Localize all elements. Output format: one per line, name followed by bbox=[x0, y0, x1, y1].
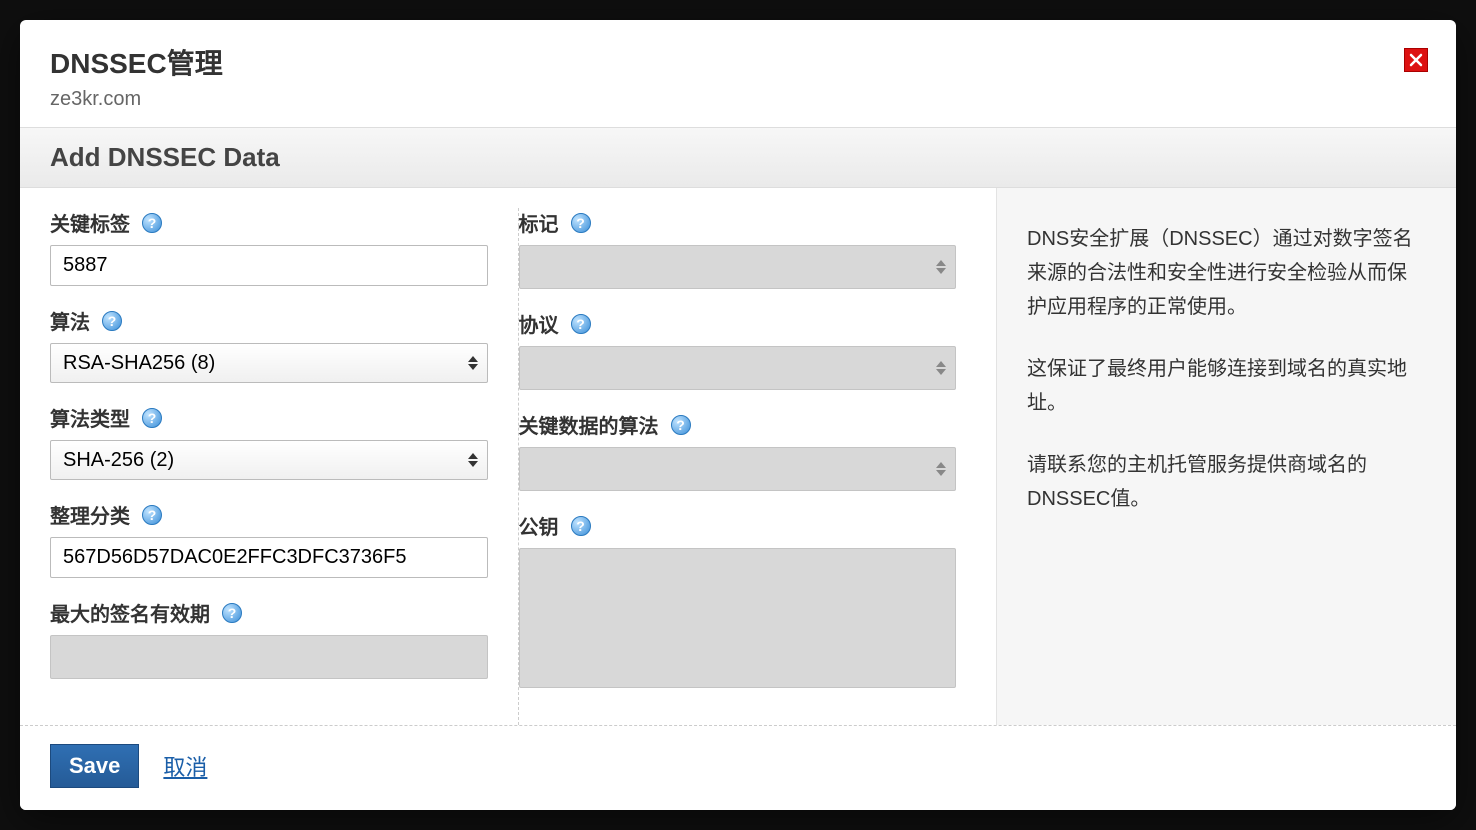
select-key-algo bbox=[519, 447, 957, 491]
sidebar-text-2: 这保证了最终用户能够连接到域名的真实地址。 bbox=[1027, 352, 1426, 420]
save-button[interactable]: Save bbox=[50, 744, 139, 788]
help-icon[interactable]: ? bbox=[671, 415, 691, 435]
section-title: Add DNSSEC Data bbox=[50, 142, 1426, 173]
label-max-sig: 最大的签名有效期 bbox=[50, 598, 210, 627]
help-icon[interactable]: ? bbox=[142, 408, 162, 428]
section-header: Add DNSSEC Data bbox=[20, 127, 1456, 188]
dnssec-modal: DNSSEC管理 ze3kr.com Add DNSSEC Data 关键标签 … bbox=[20, 20, 1456, 810]
form-column-left: 关键标签 ? 算法 ? RSA-SHA256 (8) bbox=[50, 208, 519, 725]
info-sidebar: DNS安全扩展（DNSSEC）通过对数字签名来源的合法性和安全性进行安全检验从而… bbox=[996, 188, 1456, 725]
field-max-sig: 最大的签名有效期 ? bbox=[50, 598, 488, 679]
close-button[interactable] bbox=[1404, 48, 1428, 72]
field-key-tag: 关键标签 ? bbox=[50, 208, 488, 286]
label-algorithm: 算法 bbox=[50, 306, 90, 335]
form-area: 关键标签 ? 算法 ? RSA-SHA256 (8) bbox=[20, 188, 996, 725]
help-icon[interactable]: ? bbox=[142, 505, 162, 525]
help-icon[interactable]: ? bbox=[102, 311, 122, 331]
cancel-link[interactable]: 取消 bbox=[163, 750, 207, 782]
input-key-tag[interactable] bbox=[50, 245, 488, 286]
help-icon[interactable]: ? bbox=[142, 213, 162, 233]
sidebar-text-1: DNS安全扩展（DNSSEC）通过对数字签名来源的合法性和安全性进行安全检验从而… bbox=[1027, 222, 1426, 324]
label-algorithm-type: 算法类型 bbox=[50, 403, 130, 432]
label-flag: 标记 bbox=[519, 208, 559, 237]
input-max-sig bbox=[50, 635, 488, 679]
field-flag: 标记 ? bbox=[519, 208, 957, 289]
select-protocol bbox=[519, 346, 957, 390]
help-icon[interactable]: ? bbox=[222, 603, 242, 623]
form-column-right: 标记 ? 协议 ? bbox=[519, 208, 987, 725]
input-digest[interactable] bbox=[50, 537, 488, 578]
field-digest: 整理分类 ? bbox=[50, 500, 488, 578]
label-key-algo: 关键数据的算法 bbox=[519, 410, 659, 439]
field-protocol: 协议 ? bbox=[519, 309, 957, 390]
field-key-algo: 关键数据的算法 ? bbox=[519, 410, 957, 491]
textarea-pubkey bbox=[519, 548, 957, 688]
label-key-tag: 关键标签 bbox=[50, 208, 130, 237]
modal-footer: Save 取消 bbox=[20, 725, 1456, 810]
modal-subtitle: ze3kr.com bbox=[50, 88, 1426, 111]
label-protocol: 协议 bbox=[519, 309, 559, 338]
field-pubkey: 公钥 ? bbox=[519, 511, 957, 688]
field-algorithm-type: 算法类型 ? SHA-256 (2) bbox=[50, 403, 488, 480]
label-pubkey: 公钥 bbox=[519, 511, 559, 540]
select-algorithm[interactable]: RSA-SHA256 (8) bbox=[50, 343, 488, 383]
modal-header: DNSSEC管理 ze3kr.com bbox=[20, 20, 1456, 127]
sidebar-text-3: 请联系您的主机托管服务提供商域名的DNSSEC值。 bbox=[1027, 448, 1426, 516]
help-icon[interactable]: ? bbox=[571, 314, 591, 334]
select-flag bbox=[519, 245, 957, 289]
help-icon[interactable]: ? bbox=[571, 516, 591, 536]
help-icon[interactable]: ? bbox=[571, 213, 591, 233]
label-digest: 整理分类 bbox=[50, 500, 130, 529]
field-algorithm: 算法 ? RSA-SHA256 (8) bbox=[50, 306, 488, 383]
select-algorithm-type[interactable]: SHA-256 (2) bbox=[50, 440, 488, 480]
close-icon bbox=[1409, 53, 1423, 67]
modal-body: 关键标签 ? 算法 ? RSA-SHA256 (8) bbox=[20, 188, 1456, 725]
modal-title: DNSSEC管理 bbox=[50, 42, 1426, 82]
